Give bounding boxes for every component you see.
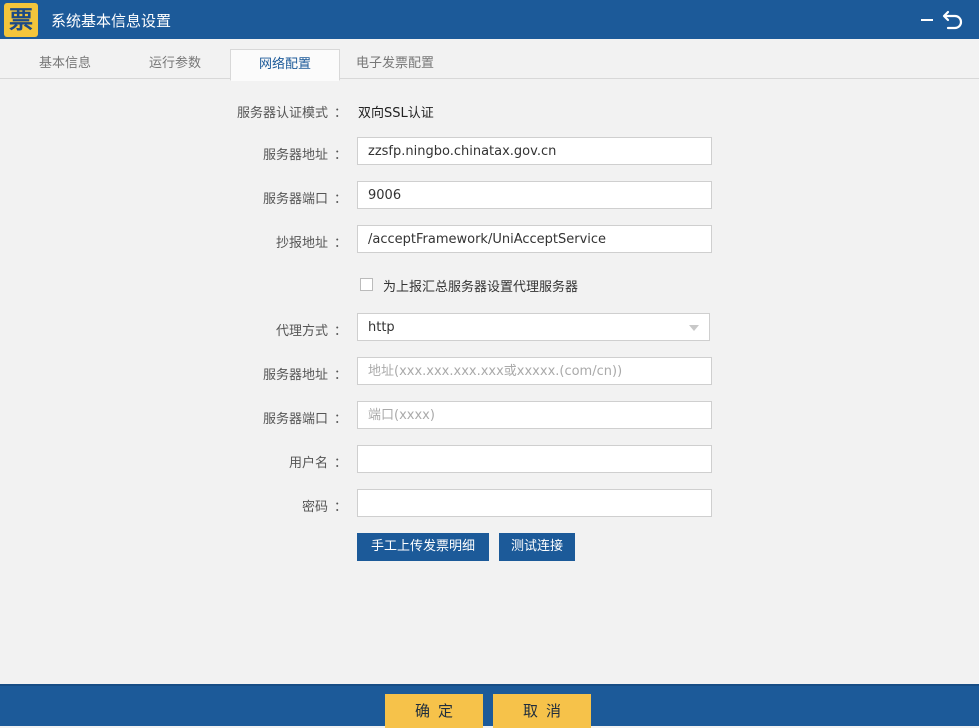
- report-address-label: 抄报地址：: [275, 236, 347, 251]
- tab-einvoice-config[interactable]: 电子发票配置: [340, 49, 450, 79]
- password-input[interactable]: [357, 489, 712, 517]
- confirm-button[interactable]: 确定: [385, 694, 483, 728]
- manual-upload-button[interactable]: 手工上传发票明细: [357, 533, 489, 561]
- proxy-server-address-label: 服务器地址：: [262, 368, 347, 383]
- server-address-label: 服务器地址：: [262, 148, 347, 163]
- server-address-row: 服务器地址：: [0, 137, 979, 167]
- auth-mode-value: 双向SSL认证: [358, 106, 434, 121]
- server-port-input[interactable]: [357, 181, 712, 209]
- minimize-icon: [921, 19, 933, 21]
- report-address-input[interactable]: [357, 225, 712, 253]
- proxy-server-port-label: 服务器端口：: [262, 412, 347, 427]
- app-logo: 票: [4, 3, 38, 37]
- auth-mode-row: 服务器认证模式： 双向SSL认证: [0, 95, 979, 125]
- server-address-input[interactable]: [357, 137, 712, 165]
- proxy-checkbox-row: 为上报汇总服务器设置代理服务器: [0, 278, 979, 308]
- password-row: 密码：: [0, 489, 979, 519]
- action-buttons-row: 手工上传发票明细 测试连接: [0, 533, 979, 563]
- back-arrow-icon: [942, 10, 963, 30]
- chevron-down-icon: [689, 325, 699, 331]
- proxy-mode-select[interactable]: http: [357, 313, 710, 341]
- proxy-server-address-row: 服务器地址：: [0, 357, 979, 387]
- tab-bar: 基本信息 运行参数 网络配置 电子发票配置: [0, 39, 979, 81]
- network-config-panel: 服务器认证模式： 双向SSL认证 服务器地址： 服务器端口： 抄报地址： 为上报…: [0, 79, 979, 684]
- username-label: 用户名：: [288, 456, 347, 471]
- server-port-row: 服务器端口：: [0, 181, 979, 211]
- username-row: 用户名：: [0, 445, 979, 475]
- footer-bar: 确定 取消: [0, 684, 979, 728]
- back-button[interactable]: [942, 7, 964, 31]
- proxy-server-port-input[interactable]: [357, 401, 712, 429]
- minimize-button[interactable]: [915, 7, 937, 31]
- proxy-server-address-input[interactable]: [357, 357, 712, 385]
- proxy-server-port-row: 服务器端口：: [0, 401, 979, 431]
- test-connection-button[interactable]: 测试连接: [499, 533, 575, 561]
- report-address-row: 抄报地址：: [0, 225, 979, 255]
- tab-basic-info[interactable]: 基本信息: [10, 49, 120, 79]
- auth-mode-label: 服务器认证模式：: [236, 106, 347, 121]
- title-bar: 票 系统基本信息设置: [0, 0, 979, 39]
- proxy-mode-row: 代理方式： http: [0, 313, 979, 343]
- proxy-checkbox-label[interactable]: 为上报汇总服务器设置代理服务器: [383, 276, 578, 295]
- proxy-checkbox[interactable]: [360, 278, 373, 291]
- tab-run-params[interactable]: 运行参数: [120, 49, 230, 79]
- cancel-button[interactable]: 取消: [493, 694, 591, 728]
- password-label: 密码：: [301, 500, 347, 515]
- username-input[interactable]: [357, 445, 712, 473]
- proxy-mode-value: http: [368, 320, 395, 335]
- tab-network-config[interactable]: 网络配置: [230, 49, 340, 81]
- proxy-mode-label: 代理方式：: [275, 324, 347, 339]
- server-port-label: 服务器端口：: [262, 192, 347, 207]
- window-title: 系统基本信息设置: [51, 12, 172, 30]
